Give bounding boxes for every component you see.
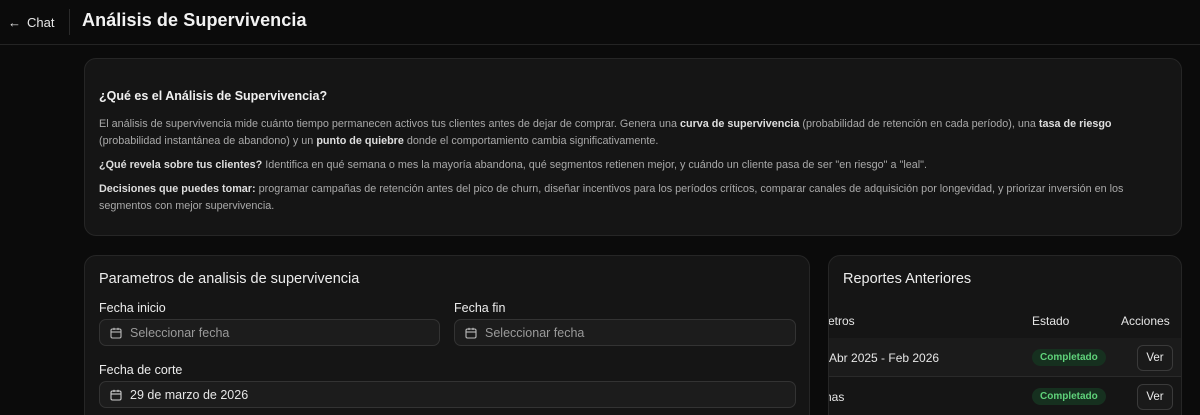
cutoff-date-value: 29 de marzo de 2026 (130, 387, 249, 402)
top-bar: ← Chat Análisis de Supervivencia (0, 0, 1200, 45)
row-1-params: s, Abr 2025 - Feb 2026 (828, 351, 940, 365)
cutoff-date-label: Fecha de corte (99, 363, 183, 377)
calendar-icon (465, 327, 477, 339)
column-header-actions: Acciones (1121, 314, 1170, 328)
calendar-icon (110, 327, 122, 339)
info-paragraph-insights: ¿Qué revela sobre tus clientes? Identifi… (99, 159, 927, 171)
end-date-label: Fecha fin (454, 301, 506, 315)
info-title: ¿Qué es el Análisis de Supervivencia? (99, 89, 328, 103)
cutoff-date-picker[interactable]: 29 de marzo de 2026 (99, 381, 796, 408)
back-to-chat-button[interactable]: ← Chat (8, 11, 54, 33)
row-2-view-button[interactable]: Ver (1137, 384, 1173, 410)
info-card: ¿Qué es el Análisis de Supervivencia? El… (84, 58, 1182, 236)
previous-reports-card: Reportes Anteriores metros Estado Accion… (828, 255, 1182, 415)
calendar-icon (110, 389, 122, 401)
column-header-status: Estado (1032, 314, 1070, 328)
column-header-params: metros (828, 314, 855, 328)
back-label: Chat (27, 14, 55, 30)
info-paragraph-decisions: Decisiones que puedes tomar: programar c… (99, 183, 1124, 212)
end-date-placeholder: Seleccionar fecha (485, 325, 585, 340)
params-title: Parametros de analisis de supervivencia (99, 271, 360, 287)
start-date-placeholder: Seleccionar fecha (130, 325, 230, 340)
row-2-params: nas (829, 390, 845, 404)
arrow-left-icon: ← (8, 14, 21, 30)
start-date-label: Fecha inicio (99, 301, 166, 315)
row-1-view-button[interactable]: Ver (1137, 345, 1173, 371)
start-date-picker[interactable]: Seleccionar fecha (99, 319, 440, 346)
row-1-status-badge: Completado (1032, 349, 1106, 366)
table-divider (829, 376, 1181, 377)
params-card: Parametros de analisis de supervivencia … (84, 255, 810, 415)
row-2-status-badge: Completado (1032, 388, 1106, 405)
info-paragraph-description: El análisis de supervivencia mide cuánto… (99, 118, 1112, 147)
header-divider (69, 9, 70, 35)
page-title: Análisis de Supervivencia (82, 10, 307, 30)
reports-title: Reportes Anteriores (843, 271, 972, 287)
end-date-picker[interactable]: Seleccionar fecha (454, 319, 796, 346)
